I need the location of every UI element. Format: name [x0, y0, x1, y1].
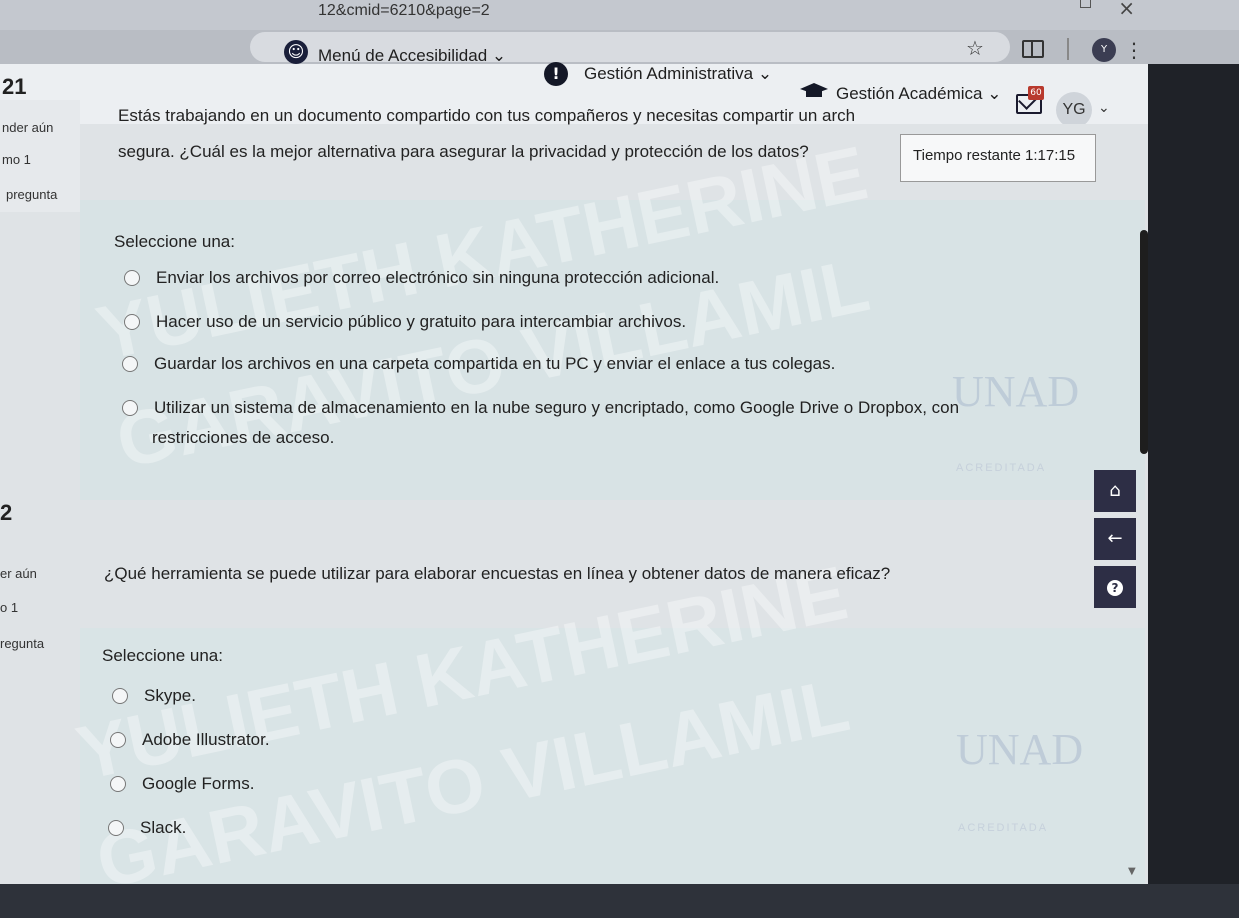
close-icon[interactable]: ×: [1118, 0, 1135, 20]
answer-option[interactable]: Google Forms.: [142, 772, 254, 796]
scrollbar-thumb[interactable]: [1140, 230, 1148, 454]
reader-mode-icon[interactable]: [1022, 40, 1044, 58]
nav-administrative-label: Gestión Administrativa: [584, 64, 754, 83]
time-remaining-label: Tiempo restante 1:17:15: [913, 147, 1076, 164]
url-text[interactable]: 12&cmid=6210&page=2: [318, 2, 490, 20]
question-number: 21: [2, 74, 27, 99]
scroll-down-icon[interactable]: ▼: [1128, 866, 1136, 877]
chevron-down-icon[interactable]: ⌄: [1098, 100, 1110, 116]
answer-option-continuation[interactable]: restricciones de acceso.: [152, 426, 334, 450]
question-text: ¿Qué herramienta se puede utilizar para …: [104, 564, 891, 583]
user-avatar[interactable]: YG: [1056, 92, 1092, 128]
answer-option[interactable]: Utilizar un sistema de almacenamiento en…: [154, 396, 959, 420]
answer-radio[interactable]: [122, 400, 138, 416]
answer-option[interactable]: Skype.: [144, 684, 196, 708]
answer-radio[interactable]: [124, 270, 140, 286]
home-icon[interactable]: ⌂: [1094, 470, 1136, 512]
address-bar[interactable]: 12&cmid=6210&page=2: [0, 0, 1239, 34]
question-status: nder aún: [2, 120, 54, 135]
nav-accessibility[interactable]: Menú de Accesibilidad ⌄: [318, 46, 506, 66]
graduation-cap-icon[interactable]: [798, 82, 830, 98]
bookmark-star-icon[interactable]: ☆: [966, 36, 984, 60]
answer-radio[interactable]: [110, 776, 126, 792]
back-arrow-icon[interactable]: ←: [1094, 518, 1136, 560]
answer-option[interactable]: Enviar los archivos por correo electróni…: [156, 266, 719, 290]
accessibility-icon[interactable]: ☺: [284, 40, 308, 64]
question-text-line2: segura. ¿Cuál es la mejor alternativa pa…: [118, 142, 809, 161]
flag-question-link[interactable]: pregunta: [6, 187, 57, 202]
toolbar-divider: [1067, 38, 1069, 60]
browser-profile-icon[interactable]: Y: [1092, 38, 1116, 62]
answer-option[interactable]: Guardar los archivos en una carpeta comp…: [154, 352, 835, 376]
notification-badge: 60: [1028, 86, 1044, 100]
answer-radio[interactable]: [124, 314, 140, 330]
answer-option[interactable]: Hacer uso de un servicio público y gratu…: [156, 310, 686, 334]
nav-administrative[interactable]: Gestión Administrativa ⌄: [584, 64, 772, 84]
nav-accessibility-label: Menú de Accesibilidad: [318, 46, 488, 65]
select-one-prompt: Seleccione una:: [102, 646, 223, 665]
chevron-down-icon: ⌄: [987, 84, 1002, 103]
question-status: er aún: [0, 566, 37, 581]
screen-bezel-right: [1148, 64, 1239, 918]
answer-option[interactable]: Slack.: [140, 816, 186, 840]
browser-menu-icon[interactable]: ⋮: [1124, 38, 1144, 62]
flag-question-link[interactable]: regunta: [0, 636, 44, 651]
answer-radio[interactable]: [112, 688, 128, 704]
question-text-line1: Estás trabajando en un documento compart…: [118, 106, 856, 125]
answer-option[interactable]: Adobe Illustrator.: [142, 728, 270, 752]
window-restore-icon[interactable]: [1080, 0, 1091, 8]
unad-logo: UNAD: [956, 725, 1084, 774]
question-number: 2: [0, 500, 13, 525]
question-points: o 1: [0, 600, 19, 615]
answer-radio[interactable]: [122, 356, 138, 372]
select-one-prompt: Seleccione una:: [114, 232, 235, 251]
unad-logo: UNAD: [952, 367, 1080, 416]
unad-logo-subtitle: ACREDITADA: [956, 462, 1047, 474]
time-remaining-box: Tiempo restante 1:17:15: [900, 134, 1096, 182]
unad-logo-subtitle: ACREDITADA: [958, 822, 1049, 834]
chevron-down-icon: ⌄: [757, 64, 773, 83]
answer-radio[interactable]: [110, 732, 126, 748]
help-glyph: ?: [1107, 580, 1123, 596]
question-points: mo 1: [2, 152, 31, 167]
help-icon[interactable]: ?: [1094, 566, 1136, 608]
screen-bezel-bottom: [0, 884, 1239, 918]
nav-academic-label: Gestión Académica: [836, 84, 983, 103]
alert-icon[interactable]: !: [544, 62, 568, 86]
nav-academic[interactable]: Gestión Académica ⌄: [836, 84, 1001, 104]
chevron-down-icon: ⌄: [491, 46, 507, 65]
answer-radio[interactable]: [108, 820, 124, 836]
